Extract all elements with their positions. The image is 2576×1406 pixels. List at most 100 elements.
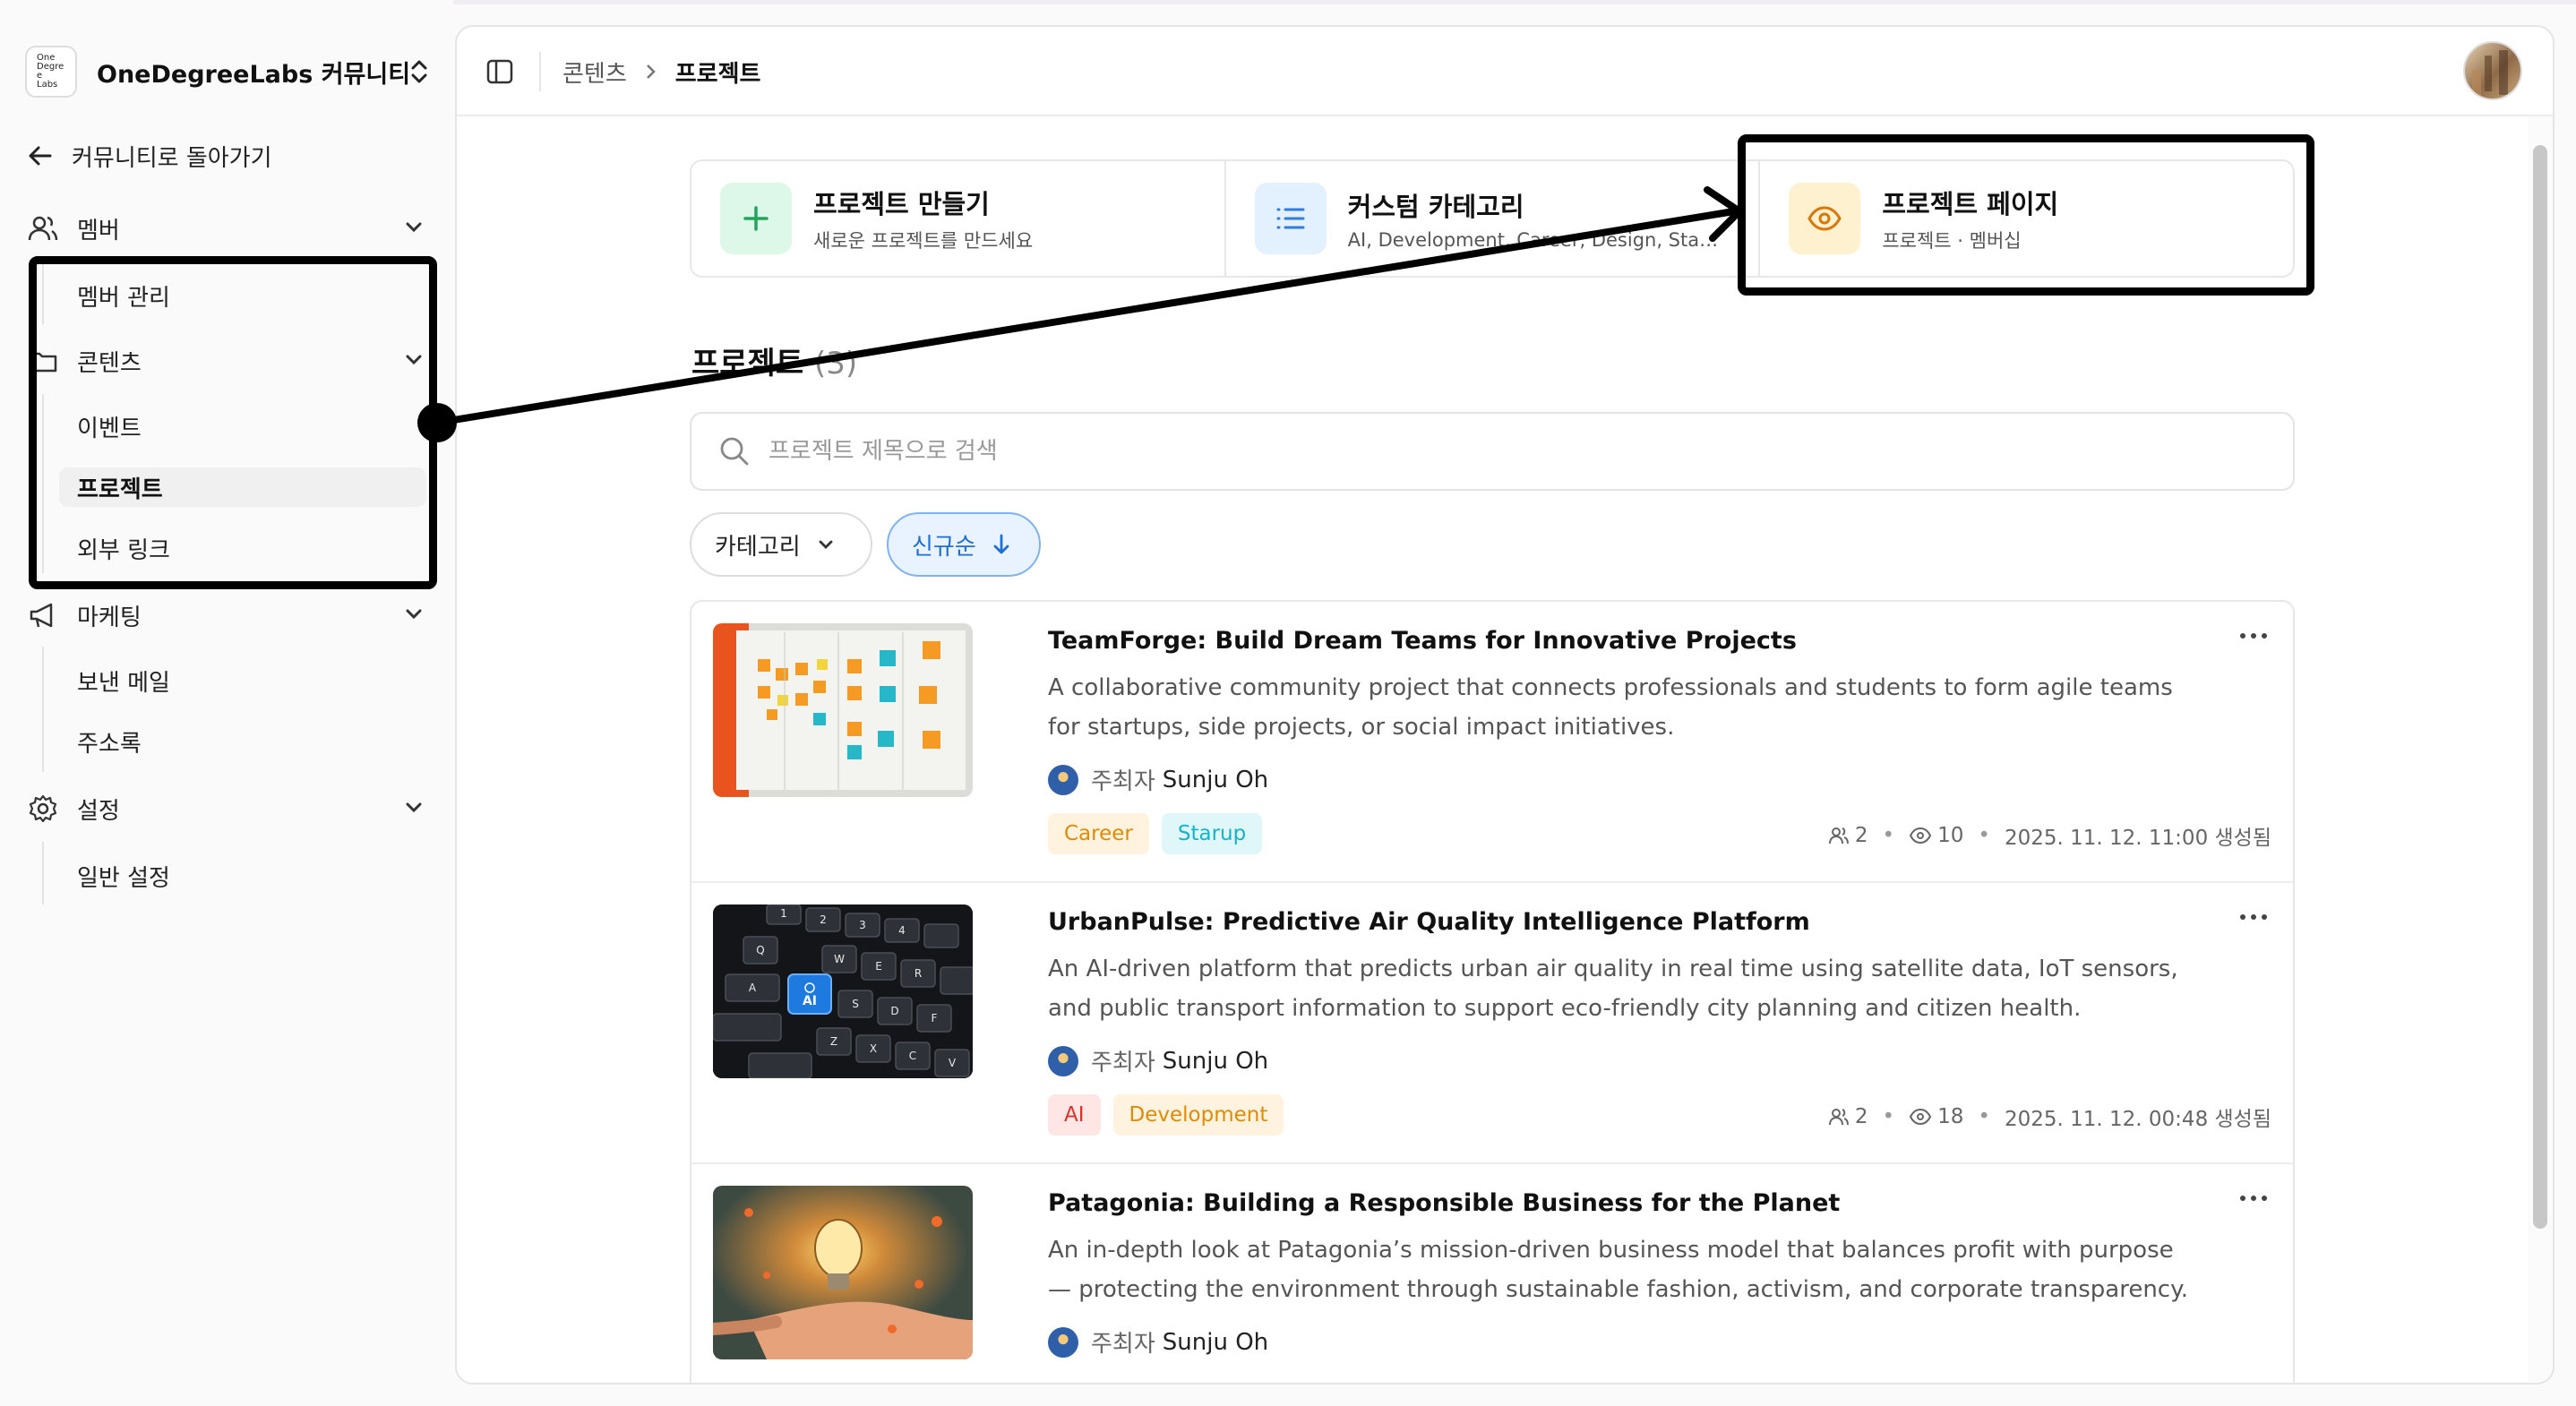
project-title[interactable]: TeamForge: Build Dream Teams for Innovat… (1048, 627, 1797, 655)
project-item[interactable]: 1 2 3 4 Q W E R A S D F Z X C V AI Urban… (691, 883, 2293, 1164)
project-meta: 2 • 10 • 2025. 11. 12. 11:00 생성됨 (1828, 820, 2271, 851)
annotation-arrow-start-dot (417, 403, 457, 442)
keyboard-key-label: S (852, 998, 859, 1010)
project-tags: Career Starup (1048, 813, 1275, 854)
sidebar-item-sent-mail[interactable]: 보낸 메일 (77, 661, 170, 700)
sidebar-tree-line (42, 260, 44, 324)
keyboard-key-label: C (909, 1050, 916, 1062)
keyboard-key-label: 2 (820, 913, 827, 926)
chevron-down-icon (406, 802, 422, 813)
breadcrumb-projects: 프로젝트 (674, 60, 761, 88)
project-description: An AI-driven platform that predicts urba… (1048, 956, 2178, 1022)
sidebar-item-events[interactable]: 이벤트 (77, 407, 142, 446)
category-filter-label: 카테고리 (715, 533, 801, 561)
arrow-left-icon (29, 146, 52, 166)
created-date: 2025. 11. 12. 00:48 생성됨 (2004, 1108, 2271, 1131)
sidebar: One Degree Labs OneDegreeLabs 커뮤니티 커뮤니티로… (0, 0, 453, 1406)
view-count: 18 (1937, 1105, 1964, 1128)
meta-separator: • (1978, 824, 1990, 847)
keyboard-key-label: E (875, 960, 882, 973)
tag-ai: AI (1048, 1094, 1101, 1136)
keyboard-key-label: 1 (780, 907, 787, 920)
sidebar-item-projects[interactable]: 프로젝트 (59, 467, 426, 507)
member-count: 2 (1854, 1105, 1868, 1128)
category-filter-dropdown[interactable]: 카테고리 (690, 512, 872, 577)
card-subtitle: 새로운 프로젝트를 만드세요 (813, 230, 1034, 252)
community-name: OneDegreeLabs 커뮤니티 (97, 60, 411, 89)
sort-label: 신규순 (912, 533, 976, 561)
project-tags: AI Development (1048, 1094, 1296, 1136)
sidebar-item-external-links[interactable]: 외부 링크 (77, 528, 170, 568)
chevron-down-icon (819, 540, 833, 549)
folder-icon (27, 345, 59, 377)
project-thumbnail (713, 1186, 973, 1359)
sidebar-section-marketing[interactable]: 마케팅 (27, 595, 426, 636)
project-title[interactable]: Patagonia: Building a Responsible Busine… (1048, 1189, 1840, 1217)
sort-newest-button[interactable]: 신규순 (887, 512, 1041, 577)
card-title: 프로젝트 만들기 (813, 189, 990, 219)
search-bar[interactable] (690, 412, 2295, 491)
created-date: 2025. 11. 12. 11:00 생성됨 (2004, 827, 2271, 850)
host-avatar (1048, 764, 1078, 795)
more-options-icon[interactable] (2237, 629, 2270, 643)
topbar-divider (539, 52, 541, 91)
plus-icon (720, 183, 792, 254)
host-name: Sunju Oh (1162, 1328, 1269, 1356)
project-description: A collaborative community project that c… (1048, 674, 2173, 741)
avatar[interactable] (2463, 41, 2522, 100)
project-description: An in-depth look at Patagonia’s mission-… (1048, 1237, 2189, 1303)
meta-separator: • (1882, 1105, 1895, 1128)
action-cards: 프로젝트 만들기 새로운 프로젝트를 만드세요 커스텀 카테고리 AI, Dev… (690, 159, 2295, 278)
keyboard-key-label: 4 (898, 924, 906, 937)
users-icon (1828, 827, 1849, 844)
keyboard-key-label: AI (803, 994, 817, 1008)
search-input[interactable] (769, 438, 2202, 465)
breadcrumb-content[interactable]: 콘텐츠 (562, 56, 627, 89)
back-to-community-link[interactable]: 커뮤니티로 돌아가기 (27, 136, 272, 176)
create-project-card[interactable]: 프로젝트 만들기 새로운 프로젝트를 만드세요 (691, 161, 1226, 276)
users-icon (1828, 1109, 1849, 1126)
tag-development: Development (1112, 1094, 1284, 1136)
eye-icon (1910, 1108, 1932, 1126)
chevron-down-icon (406, 222, 422, 233)
more-options-icon[interactable] (2237, 910, 2270, 924)
eye-icon (1910, 827, 1932, 844)
community-switcher[interactable]: One Degree Labs OneDegreeLabs 커뮤니티 (25, 45, 446, 99)
project-item[interactable]: TeamForge: Build Dream Teams for Innovat… (691, 602, 2293, 883)
sidebar-section-label: 설정 (77, 797, 120, 825)
host-label: 주최자 (1091, 1050, 1155, 1076)
sidebar-section-label: 마케팅 (77, 604, 142, 631)
arrow-down-icon (993, 534, 1009, 554)
sidebar-toggle-icon[interactable] (485, 57, 514, 86)
keyboard-key-label: V (949, 1057, 957, 1069)
section-title: 프로젝트 (3) (691, 339, 857, 382)
view-count: 10 (1937, 824, 1964, 847)
sidebar-tree-line (42, 394, 44, 573)
member-count: 2 (1854, 824, 1868, 847)
sidebar-section-content[interactable]: 콘텐츠 (27, 340, 426, 382)
community-logo: One Degree Labs (25, 46, 77, 98)
project-title[interactable]: UrbanPulse: Predictive Air Quality Intel… (1048, 908, 1810, 936)
more-options-icon[interactable] (2237, 1191, 2270, 1205)
sidebar-section-members[interactable]: 멤버 (27, 208, 426, 249)
project-thumbnail (713, 623, 973, 797)
project-page-card[interactable]: 프로젝트 페이지 프로젝트 · 멤버십 (1760, 161, 2293, 276)
sidebar-item-address-book[interactable]: 주소록 (77, 722, 142, 761)
sidebar-item-general-settings[interactable]: 일반 설정 (77, 856, 170, 896)
keyboard-key-label: F (932, 1012, 938, 1024)
back-label: 커뮤니티로 돌아가기 (72, 144, 272, 172)
keyboard-key-label: W (834, 953, 845, 965)
card-subtitle: AI, Development, Career, Design, Startup (1347, 229, 1722, 251)
host-label: 주최자 (1091, 768, 1155, 795)
host-name: Sunju Oh (1162, 1047, 1269, 1075)
card-title: 프로젝트 페이지 (1882, 189, 2059, 219)
keyboard-key-label: R (914, 967, 922, 980)
sidebar-item-member-management[interactable]: 멤버 관리 (77, 276, 170, 315)
scrollbar-thumb[interactable] (2533, 145, 2547, 1229)
project-item[interactable]: Patagonia: Building a Responsible Busine… (691, 1164, 2293, 1383)
host-name: Sunju Oh (1162, 766, 1269, 793)
custom-category-card[interactable]: 커스텀 카테고리 AI, Development, Career, Design… (1226, 161, 1761, 276)
sidebar-section-settings[interactable]: 설정 (27, 788, 426, 829)
project-thumbnail: 1 2 3 4 Q W E R A S D F Z X C V AI (713, 904, 973, 1078)
breadcrumb: 콘텐츠 프로젝트 (562, 52, 760, 91)
